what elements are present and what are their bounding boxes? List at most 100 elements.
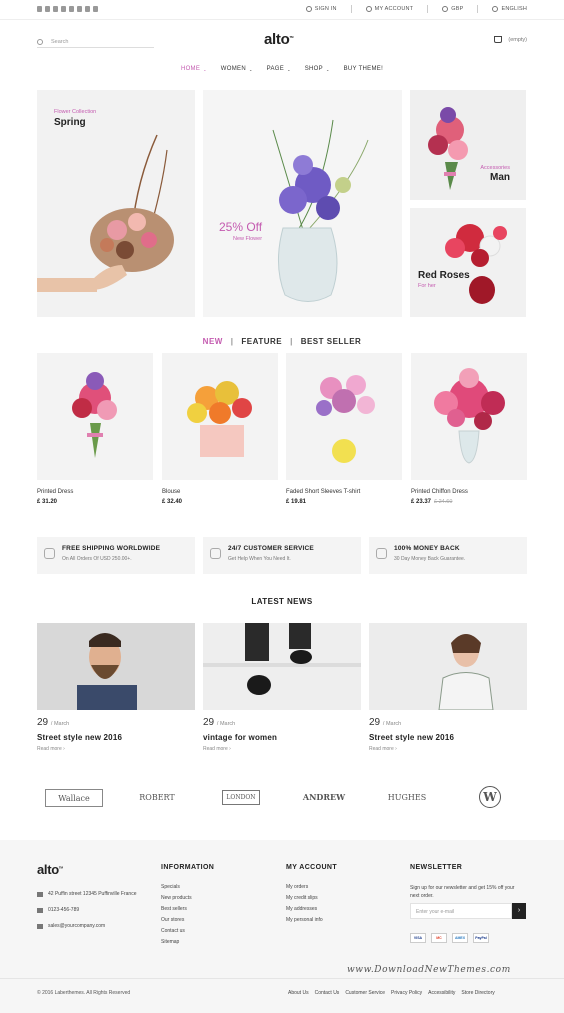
newsletter-text: Sign up for our newsletter and get 15% o…	[410, 884, 514, 900]
product-card[interactable]	[162, 353, 278, 480]
footer-link[interactable]: Sitemap	[161, 937, 192, 948]
footer-link[interactable]: My credit slips	[286, 893, 323, 904]
news-image[interactable]	[37, 623, 195, 710]
nav-item-home[interactable]: HOME ⌄	[181, 66, 207, 74]
product-card[interactable]	[37, 353, 153, 480]
card-icon	[442, 6, 449, 12]
price-value: £ 32.40	[162, 499, 183, 505]
news-date: 29 / March	[37, 717, 69, 728]
nav-item-buy-theme[interactable]: BUY THEME!	[344, 66, 383, 74]
facebook-icon[interactable]	[37, 6, 42, 12]
instagram-icon[interactable]	[93, 6, 98, 12]
product-image	[187, 381, 252, 457]
footer-link[interactable]: Best sellers	[161, 904, 192, 915]
product-name[interactable]: Faded Short Sleeves T-shirt	[286, 489, 360, 495]
tab-new[interactable]: NEW	[203, 337, 223, 346]
paypal-icon: PayPal	[473, 933, 489, 943]
product-name[interactable]: Blouse	[162, 489, 180, 495]
logo[interactable]: altoTM	[264, 31, 293, 48]
search-input[interactable]: Search	[51, 39, 68, 45]
product-card[interactable]	[411, 353, 527, 480]
read-more-link[interactable]: Read more ›	[369, 746, 397, 752]
language-selector[interactable]: ENGLISH	[492, 5, 527, 13]
footer-link[interactable]: New products	[161, 893, 192, 904]
footer-divider	[0, 978, 564, 979]
nav-item-women[interactable]: WOMEN ⌄	[221, 66, 253, 74]
footer-link[interactable]: My addresses	[286, 904, 323, 915]
banner-spring[interactable]: Flower Collection Spring	[37, 90, 195, 317]
twitter-icon[interactable]	[45, 6, 50, 12]
feature-money-back: 100% MONEY BACK 30 Day Money Back Guaran…	[369, 537, 527, 574]
cart-status: (empty)	[508, 36, 527, 43]
feature-subtitle: 30 Day Money Back Guarantee.	[394, 556, 466, 562]
top-bar: SIGN IN MY ACCOUNT GBP ENGLISH	[0, 0, 564, 20]
bottom-link[interactable]: Customer Service	[345, 990, 385, 996]
news-title[interactable]: Street style new 2016	[37, 733, 122, 742]
pinterest-icon[interactable]	[77, 6, 82, 12]
tab-best-seller[interactable]: BEST SELLER	[301, 337, 362, 346]
bottom-link[interactable]: Accessibility	[428, 990, 455, 996]
bottom-link[interactable]: Privacy Policy	[391, 990, 422, 996]
my-account-link[interactable]: MY ACCOUNT	[365, 5, 414, 13]
rss-icon[interactable]	[53, 6, 58, 12]
footer-logo[interactable]: altoTM	[37, 862, 63, 877]
brand-logo[interactable]: ANDREW	[295, 782, 353, 812]
news-title[interactable]: Street style new 2016	[369, 733, 454, 742]
shopping-bag-icon[interactable]	[494, 36, 503, 43]
news-image[interactable]	[369, 623, 527, 710]
footer-link[interactable]: My personal info	[286, 915, 323, 926]
footer-link[interactable]: Contact us	[161, 926, 192, 937]
search-icon[interactable]	[37, 38, 43, 45]
read-more-link[interactable]: Read more ›	[203, 746, 231, 752]
newsletter-email-input[interactable]: Enter your e-mail	[410, 903, 512, 919]
brand-logo[interactable]: LONDON	[212, 782, 270, 812]
product-name[interactable]: Printed Dress	[37, 489, 73, 495]
bottom-link[interactable]: Contact Us	[315, 990, 340, 996]
banner-title: Red Roses	[418, 270, 470, 281]
brand-logo[interactable]: ROBERT	[128, 782, 186, 812]
brand-name: LONDON	[222, 789, 260, 805]
sign-in-link[interactable]: SIGN IN	[305, 5, 337, 13]
vimeo-icon[interactable]	[85, 6, 90, 12]
tab-feature[interactable]: FEATURE	[241, 337, 282, 346]
footer-account-links: My orders My credit slips My addresses M…	[286, 882, 323, 926]
brand-logo[interactable]: HUGHES	[378, 782, 436, 812]
youtube-icon[interactable]	[61, 6, 66, 12]
news-image[interactable]	[203, 623, 361, 710]
cart[interactable]: (empty)	[494, 36, 527, 43]
bottom-link[interactable]: About Us	[288, 990, 309, 996]
news-date: 29 / March	[369, 717, 401, 728]
footer-link[interactable]: Our stores	[161, 915, 192, 926]
banner-man[interactable]: Accessories Man	[410, 90, 526, 200]
google-plus-icon[interactable]	[69, 6, 74, 12]
newsletter-submit-button[interactable]: ›	[512, 903, 526, 919]
news-date: 29 / March	[203, 717, 235, 728]
nav-label: PAGE	[266, 66, 285, 72]
news-title[interactable]: vintage for women	[203, 733, 277, 742]
sign-in-label: SIGN IN	[314, 6, 337, 12]
banner-red-roses[interactable]: Red Roses For her	[410, 208, 526, 317]
nav-item-page[interactable]: PAGE ⌄	[267, 66, 291, 74]
nav-item-shop[interactable]: SHOP ⌄	[305, 66, 330, 74]
news-month: / March	[50, 721, 70, 727]
currency-selector[interactable]: GBP	[442, 5, 463, 13]
footer-email[interactable]: sales@yourcompany.com	[37, 923, 105, 929]
footer-link[interactable]: Specials	[161, 882, 192, 893]
brand-logo[interactable]: Wallace	[45, 789, 103, 807]
footer-link[interactable]: My orders	[286, 882, 323, 893]
nav-label: SHOP	[304, 66, 323, 72]
banner-subtitle: New Flower	[233, 236, 263, 242]
search-box[interactable]: Search	[37, 36, 154, 48]
product-image	[316, 375, 375, 463]
bottom-link[interactable]: Store Directory	[461, 990, 494, 996]
banner-sale[interactable]: 25% Off New Flower	[203, 90, 402, 317]
logo-tm: TM	[58, 865, 63, 870]
chevron-down-icon: ⌄	[287, 67, 291, 72]
news-day: 29	[369, 717, 381, 728]
read-more-link[interactable]: Read more ›	[37, 746, 65, 752]
product-card[interactable]	[286, 353, 402, 480]
address-text: 42 Puffin street 12345 Puffinville Franc…	[48, 891, 137, 897]
product-name[interactable]: Printed Chiffon Dress	[411, 489, 468, 495]
footer-information-links: Specials New products Best sellers Our s…	[161, 882, 192, 948]
brand-logo[interactable]: W	[461, 782, 519, 812]
